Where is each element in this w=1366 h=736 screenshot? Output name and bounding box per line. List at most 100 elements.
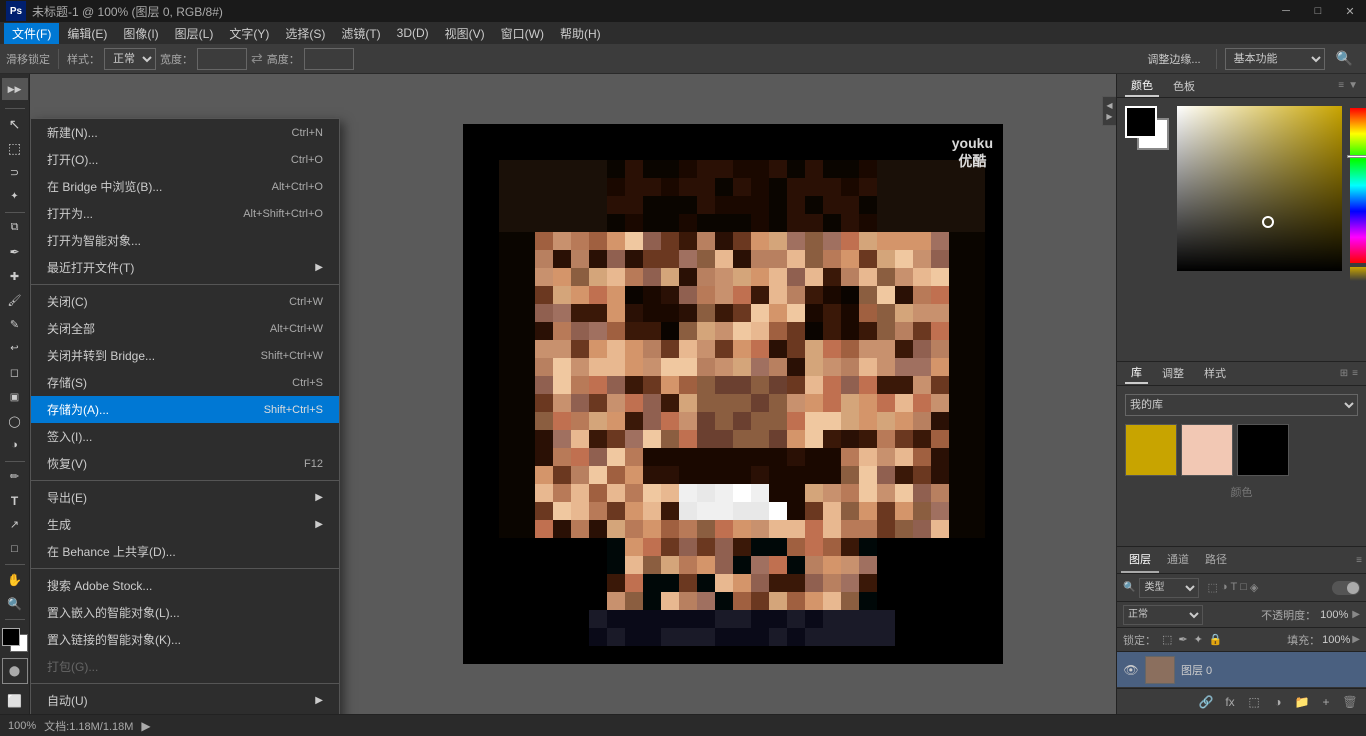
hand-tool[interactable]: ✋ bbox=[2, 569, 28, 591]
lib-menu-icon[interactable]: ≡ bbox=[1352, 368, 1358, 379]
menu-revert[interactable]: 恢复(V) F12 bbox=[31, 450, 339, 477]
color-gradient-picker[interactable] bbox=[1177, 106, 1342, 271]
adjust-tab[interactable]: 调整 bbox=[1156, 363, 1190, 383]
swatches-tab[interactable]: 色板 bbox=[1167, 76, 1201, 96]
height-input[interactable] bbox=[304, 48, 354, 70]
opacity-value[interactable]: 100% bbox=[1320, 609, 1348, 621]
history-tool[interactable]: ↩ bbox=[2, 338, 28, 360]
menu-browse-bridge[interactable]: 在 Bridge 中浏览(B)... Alt+Ctrl+O bbox=[31, 173, 339, 200]
menu-generate[interactable]: 生成 ▶ bbox=[31, 511, 339, 538]
channels-tab[interactable]: 通道 bbox=[1159, 547, 1197, 573]
lock-move-icon[interactable]: ✦ bbox=[1194, 633, 1203, 646]
filter-shape-icon[interactable]: □ bbox=[1240, 581, 1247, 594]
menu-edit[interactable]: 编辑(E) bbox=[59, 23, 115, 44]
close-button[interactable]: ✕ bbox=[1334, 0, 1366, 22]
heal-tool[interactable]: ✚ bbox=[2, 265, 28, 287]
library-select[interactable]: 我的库 bbox=[1125, 394, 1358, 416]
layer-row-0[interactable]: 👁 图层 0 bbox=[1117, 652, 1366, 688]
pen-tool[interactable]: ✏ bbox=[2, 465, 28, 487]
new-adjustment-button[interactable]: ◑ bbox=[1268, 692, 1288, 712]
menu-close-bridge[interactable]: 关闭并转到 Bridge... Shift+Ctrl+W bbox=[31, 342, 339, 369]
window-controls[interactable]: ─ □ ✕ bbox=[1270, 0, 1366, 22]
panel-collapse-handle[interactable]: ◀ ▶ bbox=[1102, 96, 1116, 126]
move-tool[interactable]: ↖ bbox=[2, 113, 28, 135]
eraser-tool[interactable]: ◻ bbox=[2, 362, 28, 384]
dodge-tool[interactable]: ◑ bbox=[2, 434, 28, 456]
menu-new[interactable]: 新建(N)... Ctrl+N bbox=[31, 119, 339, 146]
status-arrow-icon[interactable]: ▶ bbox=[141, 719, 150, 733]
filter-switch[interactable] bbox=[1332, 581, 1360, 595]
library-tab[interactable]: 库 bbox=[1125, 362, 1148, 384]
lock-transparent-icon[interactable]: ⬚ bbox=[1162, 633, 1172, 646]
filter-smart-icon[interactable]: ◈ bbox=[1250, 581, 1258, 594]
color-tab[interactable]: 颜色 bbox=[1125, 75, 1159, 97]
menu-save[interactable]: 存储(S) Ctrl+S bbox=[31, 369, 339, 396]
layer-style-button[interactable]: fx bbox=[1220, 692, 1240, 712]
magic-wand-tool[interactable]: ✦ bbox=[2, 186, 28, 208]
new-layer-button[interactable]: + bbox=[1316, 692, 1336, 712]
menu-text[interactable]: 文字(Y) bbox=[221, 23, 277, 44]
menu-window[interactable]: 窗口(W) bbox=[493, 23, 552, 44]
stamp-tool[interactable]: ✎ bbox=[2, 313, 28, 335]
workspace-select[interactable]: 基本功能 bbox=[1225, 48, 1325, 70]
path-select-tool[interactable]: ↗ bbox=[2, 514, 28, 536]
maximize-button[interactable]: □ bbox=[1302, 0, 1334, 22]
menu-view[interactable]: 视图(V) bbox=[437, 23, 493, 44]
blend-mode-select[interactable]: 正常 bbox=[1123, 605, 1203, 625]
link-layers-button[interactable]: 🔗 bbox=[1196, 692, 1216, 712]
crop-tool[interactable]: ⧉ bbox=[2, 217, 28, 239]
shape-tool[interactable]: □ bbox=[2, 538, 28, 560]
foreground-color-swatch[interactable] bbox=[1125, 106, 1157, 138]
adjust-edge-button[interactable]: 调整边缘... bbox=[1140, 47, 1207, 71]
screen-mode-btn[interactable]: ⬜ bbox=[2, 688, 28, 714]
menu-select[interactable]: 选择(S) bbox=[277, 23, 333, 44]
menu-open-as[interactable]: 打开为... Alt+Shift+Ctrl+O bbox=[31, 200, 339, 227]
menu-save-as[interactable]: 存储为(A)... Shift+Ctrl+S bbox=[31, 396, 339, 423]
fill-value[interactable]: 100% bbox=[1322, 634, 1350, 646]
menu-open[interactable]: 打开(O)... Ctrl+O bbox=[31, 146, 339, 173]
width-input[interactable] bbox=[197, 48, 247, 70]
opacity-chevron[interactable]: ▶ bbox=[1352, 609, 1360, 620]
zoom-tool[interactable]: 🔍 bbox=[2, 593, 28, 615]
layer-visibility-icon[interactable]: 👁 bbox=[1123, 662, 1139, 678]
menu-close-all[interactable]: 关闭全部 Alt+Ctrl+W bbox=[31, 315, 339, 342]
lasso-tool[interactable]: ⊃ bbox=[2, 161, 28, 183]
menu-open-smart[interactable]: 打开为智能对象... bbox=[31, 227, 339, 254]
menu-place-linked[interactable]: 置入链接的智能对象(K)... bbox=[31, 626, 339, 653]
paths-tab[interactable]: 路径 bbox=[1197, 547, 1235, 573]
layers-tab[interactable]: 图层 bbox=[1121, 547, 1159, 573]
tool-options-btn[interactable]: ▶▶ bbox=[2, 78, 28, 100]
menu-share-behance[interactable]: 在 Behance 上共享(D)... bbox=[31, 538, 339, 565]
eyedropper-tool[interactable]: ✒ bbox=[2, 241, 28, 263]
layers-type-filter[interactable]: 类型 bbox=[1139, 578, 1199, 598]
filter-adjust-icon[interactable]: ◑ bbox=[1221, 581, 1228, 594]
menu-image[interactable]: 图像(I) bbox=[115, 23, 166, 44]
lock-paint-icon[interactable]: ✒ bbox=[1178, 633, 1187, 646]
minimize-button[interactable]: ─ bbox=[1270, 0, 1302, 22]
foreground-color[interactable] bbox=[2, 628, 20, 646]
text-tool[interactable]: T bbox=[2, 490, 28, 512]
menu-check-in[interactable]: 签入(I)... bbox=[31, 423, 339, 450]
color-selector[interactable] bbox=[2, 628, 28, 652]
gradient-tool[interactable]: ▣ bbox=[2, 386, 28, 408]
alpha-slider[interactable] bbox=[1350, 267, 1366, 281]
menu-file[interactable]: 文件(F) bbox=[4, 23, 59, 44]
color-chip-3[interactable] bbox=[1237, 424, 1289, 476]
panel-menu-icon[interactable]: ≡ bbox=[1338, 80, 1344, 91]
styles-tab[interactable]: 样式 bbox=[1198, 363, 1232, 383]
style-select[interactable]: 正常 bbox=[104, 48, 156, 70]
marquee-tool[interactable]: ⬚ bbox=[2, 137, 28, 159]
color-chip-2[interactable] bbox=[1181, 424, 1233, 476]
menu-search-stock[interactable]: 搜索 Adobe Stock... bbox=[31, 572, 339, 599]
menu-3d[interactable]: 3D(D) bbox=[389, 24, 437, 42]
menu-close[interactable]: 关闭(C) Ctrl+W bbox=[31, 288, 339, 315]
fill-chevron[interactable]: ▶ bbox=[1352, 634, 1360, 645]
color-chip-1[interactable] bbox=[1125, 424, 1177, 476]
search-button[interactable]: 🔍 bbox=[1329, 47, 1360, 71]
menu-automate[interactable]: 自动(U) ▶ bbox=[31, 687, 339, 714]
menu-place-embedded[interactable]: 置入嵌入的智能对象(L)... bbox=[31, 599, 339, 626]
menu-filter[interactable]: 滤镜(T) bbox=[333, 23, 388, 44]
menu-help[interactable]: 帮助(H) bbox=[552, 23, 609, 44]
lock-all-icon[interactable]: 🔒 bbox=[1209, 633, 1223, 646]
menu-layer[interactable]: 图层(L) bbox=[167, 23, 222, 44]
